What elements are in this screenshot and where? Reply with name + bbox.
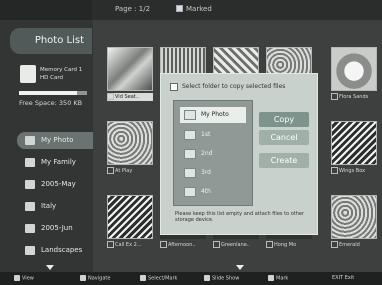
footer-key-select[interactable]: Select/Mark (140, 275, 177, 282)
dialog-folder-item[interactable]: 4th (180, 184, 246, 200)
page-indicator: Page : 1/2 (115, 5, 151, 13)
thumbnail-item[interactable]: Wings Box (331, 121, 377, 177)
footer-key-mark[interactable]: Mark (268, 275, 288, 282)
folder-item[interactable]: 2005-Jun (17, 220, 93, 237)
dialog-folder-item[interactable]: 1st (180, 127, 246, 143)
folder-icon (25, 224, 35, 233)
folder-icon (184, 110, 196, 120)
folder-item[interactable]: 2005-May (17, 176, 93, 193)
thumbnail-item[interactable]: At Play (107, 121, 153, 177)
folder-icon (184, 168, 196, 178)
folder-item[interactable]: My Family (17, 154, 93, 171)
folder-icon (184, 187, 196, 197)
top-bar: Page : 1/2 Marked (0, 0, 382, 20)
folder-icon (25, 136, 35, 145)
thumbnail-image (331, 47, 377, 91)
memory-card-type: HD Card (40, 75, 63, 81)
dialog-prompt: Select folder to copy selected files (182, 83, 286, 90)
folder-list: My Photo My Family 2005-May Italy 2005-J… (17, 132, 93, 264)
marked-checkbox[interactable] (176, 5, 183, 12)
thumbnail-image (107, 47, 153, 91)
thumbnail-caption: Call Ex 2... (107, 241, 153, 249)
footer-bar: View Navigate Select/Mark Slide Show Mar… (0, 272, 382, 285)
folder-icon (25, 158, 35, 167)
create-button[interactable]: Create (259, 153, 309, 168)
dialog-folder-label: 1st (201, 131, 211, 138)
dialog-checkbox[interactable] (170, 83, 178, 91)
tools-key-icon (268, 275, 274, 281)
folder-item[interactable]: Italy (17, 198, 93, 215)
folder-label: My Photo (41, 136, 74, 144)
marked-label: Marked (186, 5, 212, 13)
thumbnail-image (107, 195, 153, 239)
dialog-folder-label: My Photo (201, 111, 229, 118)
dialog-folder-label: 3rd (201, 169, 211, 176)
footer-key-slideshow[interactable]: Slide Show (204, 275, 239, 282)
folder-label: 2005-May (41, 180, 76, 188)
dialog-folder-list: My Photo 1st 2nd 3rd 4th (173, 100, 253, 206)
thumbnail-image (107, 121, 153, 165)
thumbnail-item[interactable]: Vid Seat.. (107, 47, 153, 103)
folder-label: 2005-Jun (41, 224, 73, 232)
mark-key-icon (140, 275, 146, 281)
folder-label: Italy (41, 202, 57, 210)
thumbnail-caption: Emerald (331, 241, 377, 249)
dialog-folder-label: 2nd (201, 150, 213, 157)
footer-key-exit[interactable]: EXIT Exit (332, 275, 354, 281)
folder-icon (25, 202, 35, 211)
memory-card-name: Memory Card 1 (40, 67, 83, 73)
thumbnail-caption: Vid Seat.. (107, 93, 153, 101)
yellow-key-icon (204, 275, 210, 281)
free-space-bar (19, 91, 87, 95)
folder-icon (25, 246, 35, 255)
folder-icon (25, 180, 35, 189)
folder-label: Landscapes (41, 246, 83, 254)
move-key-icon (80, 275, 86, 281)
dialog-folder-item[interactable]: 3rd (180, 165, 246, 181)
grid-scroll-down-icon[interactable] (236, 265, 244, 270)
footer-key-view[interactable]: View (14, 275, 34, 282)
thumbnail-caption: Hong Mo (266, 241, 312, 249)
copy-button[interactable]: Copy (259, 112, 309, 127)
thumbnail-image (331, 121, 377, 165)
thumbnail-image (331, 195, 377, 239)
folder-item[interactable]: My Photo (17, 132, 93, 149)
thumbnail-caption: Flora Sands (331, 93, 377, 101)
folder-icon (184, 130, 196, 140)
enter-key-icon (14, 275, 20, 281)
folder-scroll-down-icon[interactable] (46, 265, 54, 270)
folder-icon (184, 149, 196, 159)
thumbnail-caption: Greenlane.. (213, 241, 259, 249)
thumbnail-caption: At Play (107, 167, 153, 175)
thumbnail-item[interactable]: Emerald (331, 195, 377, 251)
page-title: Photo List (34, 35, 84, 46)
memory-card-icon (20, 65, 36, 83)
thumbnail-caption: Wings Box (331, 167, 377, 175)
title-tab: Photo List (10, 28, 92, 54)
free-space-fill (19, 91, 77, 95)
dialog-folder-item[interactable]: 2nd (180, 146, 246, 162)
dialog-folder-item[interactable]: My Photo (180, 107, 246, 123)
top-bar-cap (0, 0, 92, 20)
folder-item[interactable]: Landscapes (17, 242, 93, 259)
thumbnail-item[interactable]: Flora Sands (331, 47, 377, 103)
dialog-note: Please keep this list empty and attach f… (175, 211, 305, 223)
cancel-button[interactable]: Cancel (259, 130, 309, 145)
thumbnail-item[interactable]: Call Ex 2... (107, 195, 153, 251)
dialog-folder-label: 4th (201, 188, 211, 195)
footer-key-navigate[interactable]: Navigate (80, 275, 110, 282)
copy-folder-dialog: Select folder to copy selected files My … (160, 73, 318, 235)
free-space-text: Free Space: 350 KB (19, 99, 83, 107)
photo-list-screen: Page : 1/2 Marked Photo List Memory Card… (0, 0, 382, 285)
thumbnail-caption: Afternoon.. (160, 241, 206, 249)
folder-label: My Family (41, 158, 76, 166)
